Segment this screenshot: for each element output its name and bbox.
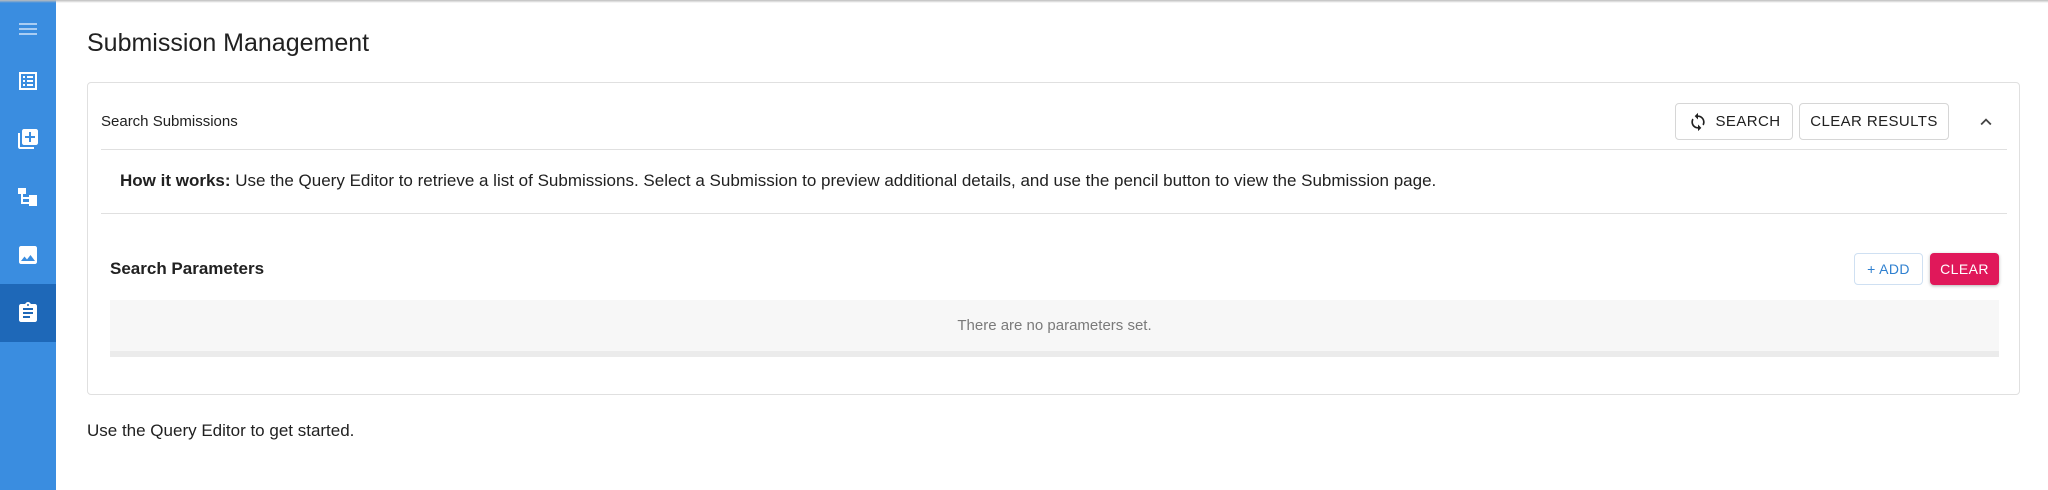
search-panel-title: Search Submissions [101, 113, 238, 130]
sidebar [0, 0, 56, 490]
no-parameters-message: There are no parameters set. [957, 317, 1152, 334]
sidebar-item-submissions[interactable] [0, 284, 56, 342]
hierarchy-icon [18, 188, 37, 206]
top-shadow [0, 0, 2048, 3]
image-icon [19, 246, 37, 264]
clear-parameters-button-label: CLEAR [1940, 261, 1989, 277]
search-panel-header: Search Submissions SEARCH CLEAR RESULTS [88, 83, 2019, 149]
sidebar-item-images[interactable] [0, 226, 56, 284]
collapse-panel-button[interactable] [1971, 107, 2001, 137]
search-panel: Search Submissions SEARCH CLEAR RESULTS … [87, 82, 2020, 395]
page-title: Submission Management [87, 29, 370, 57]
parameters-list: There are no parameters set. [110, 300, 1999, 357]
sidebar-item-list[interactable] [0, 52, 56, 110]
refresh-icon [1690, 112, 1705, 131]
sidebar-menu-toggle[interactable] [0, 0, 56, 58]
search-button-label: SEARCH [1715, 113, 1781, 130]
how-it-works-label: How it works: [120, 171, 231, 190]
search-parameters-title: Search Parameters [110, 259, 265, 278]
get-started-message: Use the Query Editor to get started. [87, 421, 355, 440]
info-divider [101, 213, 2007, 214]
sidebar-item-add-collection[interactable] [0, 110, 56, 168]
search-button[interactable]: SEARCH [1675, 103, 1793, 140]
menu-icon [19, 23, 37, 35]
clear-results-button[interactable]: CLEAR RESULTS [1799, 103, 1949, 140]
clear-parameters-button[interactable]: CLEAR [1930, 253, 1999, 285]
list-icon [19, 72, 37, 90]
header-divider [101, 149, 2007, 150]
clear-results-button-label: CLEAR RESULTS [1810, 113, 1938, 130]
how-it-works-description: Use the Query Editor to retrieve a list … [230, 171, 1437, 190]
clipboard-icon [19, 302, 37, 322]
sidebar-item-hierarchy[interactable] [0, 168, 56, 226]
chevron-up-icon [1980, 118, 1992, 126]
add-collection-icon [18, 129, 38, 149]
add-parameter-button-label: + ADD [1867, 261, 1910, 277]
add-parameter-button[interactable]: + ADD [1854, 253, 1923, 285]
how-it-works-text: How it works: Use the Query Editor to re… [120, 171, 1436, 191]
